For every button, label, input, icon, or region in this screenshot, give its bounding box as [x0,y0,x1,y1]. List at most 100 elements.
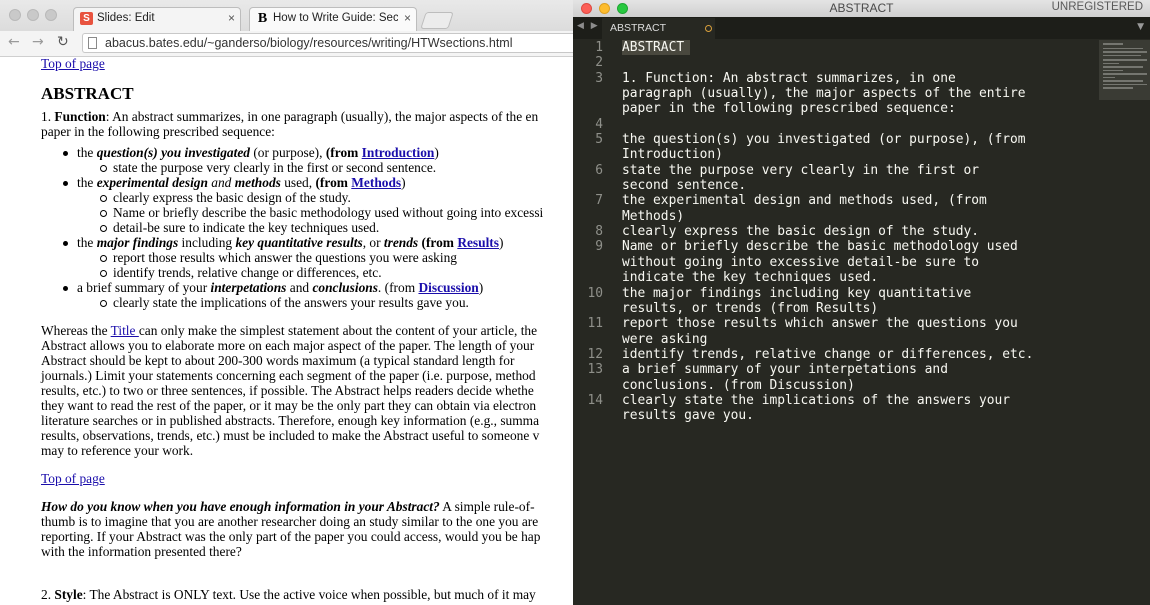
line-number [573,178,603,193]
tab-nav-arrows-icon[interactable]: ◀ ▶ [577,21,600,31]
code-line-text[interactable]: clearly express the basic design of the … [622,224,979,239]
code-line-wrap[interactable]: paragraph (usually), the major aspects o… [573,86,1150,101]
code-line[interactable]: 7 the experimental design and methods use… [573,193,1150,208]
tab-abstract[interactable]: ABSTRACT [602,18,715,39]
sub-list-item-cont: detail-be sure to indicate the key techn… [41,220,573,235]
code-line[interactable]: 12 identify trends, relative change or di… [573,347,1150,362]
abstract-sequence-list: the question(s) you investigated (or pur… [41,145,573,310]
results-link[interactable]: Results [457,235,499,250]
code-line-text[interactable]: 1. Function: An abstract summarizes, in … [622,71,956,86]
code-line[interactable]: 4​ [573,117,1150,132]
code-line-text[interactable]: indicate the key techniques used. [622,270,878,285]
code-line-text[interactable]: results gave you. [622,408,754,423]
code-line[interactable]: 10 the major findings including key quant… [573,286,1150,301]
title-link[interactable]: Title [111,323,139,338]
code-line-text[interactable]: identify trends, relative change or diff… [622,347,1033,362]
code-line-wrap[interactable]: results, or trends (from Results) [573,301,1150,316]
code-line-text[interactable]: paper in the following prescribed sequen… [622,101,956,116]
unregistered-label: UNREGISTERED [1051,1,1143,13]
code-line-wrap[interactable]: conclusions. (from Discussion) [573,378,1150,393]
code-line-text[interactable]: conclusions. (from Discussion) [622,378,855,393]
line-number: 8 [595,224,603,240]
code-line-wrap[interactable]: were asking [573,332,1150,347]
url-text[interactable]: abacus.bates.edu/~ganderso/biology/resou… [105,36,513,50]
code-area[interactable]: 1 ABSTRACT2​3 1. Function: An abstract sum… [573,40,1150,424]
style-paragraph: 2. Style: The Abstract is ONLY text. Use… [41,587,536,602]
code-line-text[interactable]: a brief summary of your interpetations a… [622,362,948,377]
enough-information-paragraph: How do you know when you have enough inf… [41,499,541,559]
code-line-text[interactable]: clearly state the implications of the an… [622,393,1010,408]
minimap[interactable] [1099,40,1150,100]
code-line-text[interactable]: Introduction) [622,147,723,162]
code-line-text[interactable]: state the purpose very clearly in the fi… [622,163,979,178]
code-line[interactable]: 9 Name or briefly describe the basic meth… [573,239,1150,254]
minimize-window-icon[interactable] [599,3,610,14]
line-number [573,101,603,116]
code-line[interactable]: 14 clearly state the implications of the … [573,393,1150,408]
code-line[interactable]: 11 report those results which answer the … [573,316,1150,331]
introduction-link[interactable]: Introduction [362,145,435,160]
discussion-link[interactable]: Discussion [418,280,478,295]
methods-link[interactable]: Methods [351,175,401,190]
reload-icon[interactable]: ↻ [57,34,69,50]
code-line-text[interactable]: Name or briefly describe the basic metho… [622,239,1018,254]
address-bar[interactable]: abacus.bates.edu/~ganderso/biology/resou… [82,33,573,53]
new-tab-button[interactable] [420,12,454,29]
list-item: a brief summary of your interpetations a… [41,280,573,295]
code-line-text[interactable]: second sentence. [622,178,746,193]
function-paragraph: 1. Function: An abstract summarizes, in … [41,109,539,124]
code-line-text[interactable]: without going into excessive detail-be s… [622,255,979,270]
code-line[interactable]: 8 clearly express the basic design of the… [573,224,1150,239]
list-item: the major findings including key quantit… [41,235,573,250]
line-number: 1 [595,40,603,55]
code-line[interactable]: 1 ABSTRACT [573,40,1150,56]
code-line-text[interactable]: were asking [622,332,707,347]
close-window-icon[interactable] [581,3,592,14]
code-line-text[interactable]: results, or trends (from Results) [622,301,878,316]
editor-tab-bar: ◀ ▶ ABSTRACT ▼ [573,17,1150,39]
code-line-wrap[interactable]: Methods) [573,209,1150,224]
top-of-page-link-2[interactable]: Top of page [41,471,105,486]
line-number: 3 [595,70,603,86]
code-line-wrap[interactable]: without going into excessive detail-be s… [573,255,1150,270]
code-line-text[interactable]: the major findings including key quantit… [622,286,971,301]
forward-arrow-icon[interactable]: → [32,34,44,50]
code-line[interactable]: 3 1. Function: An abstract summarizes, in… [573,71,1150,86]
tab-how-to-write-guide[interactable]: B How to Write Guide: Sectio × [249,7,417,31]
code-line-text[interactable]: paragraph (usually), the major aspects o… [622,86,1026,101]
page-icon [88,37,97,49]
tab-menu-chevron-icon[interactable]: ▼ [1137,22,1144,32]
line-number [573,408,603,423]
code-line[interactable]: 6 state the purpose very clearly in the f… [573,163,1150,178]
close-tab-icon[interactable]: × [228,11,235,25]
browser-window: S Slides: Edit × B How to Write Guide: S… [0,0,573,605]
sub-list-item: identify trends, relative change or diff… [41,265,573,280]
code-line-wrap[interactable]: results gave you. [573,408,1150,423]
code-line-text[interactable]: the question(s) you investigated (or pur… [622,132,1026,147]
code-line[interactable]: 5 the question(s) you investigated (or pu… [573,132,1150,147]
line-number [573,378,603,393]
window-zoom-dot[interactable] [45,9,57,21]
back-arrow-icon[interactable]: ← [8,34,20,50]
code-line[interactable]: 2​ [573,55,1150,70]
line-number [573,209,603,224]
code-line-text[interactable]: ABSTRACT [622,40,691,56]
line-number: 13 [587,362,603,378]
sub-list-item: Name or briefly describe the basic metho… [41,205,573,220]
code-line-wrap[interactable]: Introduction) [573,147,1150,162]
window-close-dot[interactable] [9,9,21,21]
top-of-page-link[interactable]: Top of page [41,56,105,71]
code-line-wrap[interactable]: indicate the key techniques used. [573,270,1150,285]
close-tab-icon[interactable]: × [404,11,411,25]
code-line-text[interactable]: report those results which answer the qu… [622,316,1018,331]
code-line[interactable]: 13 a brief summary of your interpetations… [573,362,1150,377]
code-line-wrap[interactable]: paper in the following prescribed sequen… [573,101,1150,116]
code-line-text[interactable]: Methods) [622,209,684,224]
line-number: 12 [587,346,603,362]
unsaved-indicator-icon[interactable] [705,25,712,32]
zoom-window-icon[interactable] [617,3,628,14]
window-minimize-dot[interactable] [27,9,39,21]
code-line-wrap[interactable]: second sentence. [573,178,1150,193]
tab-slides-edit[interactable]: S Slides: Edit × [73,7,241,31]
code-line-text[interactable]: the experimental design and methods used… [622,193,987,208]
